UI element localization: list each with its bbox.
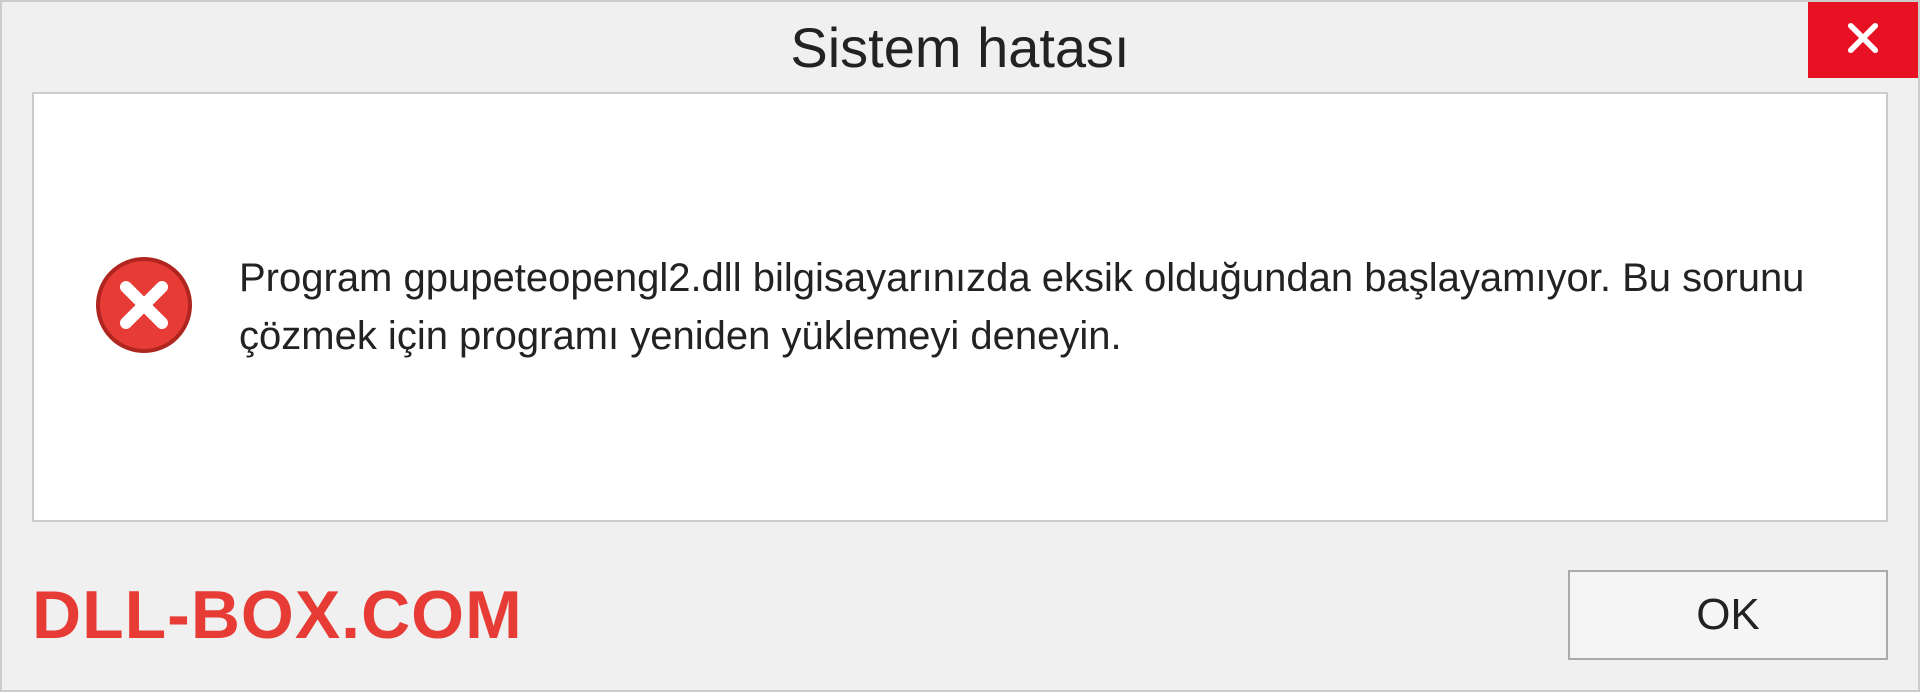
title-bar: Sistem hatası — [2, 2, 1918, 92]
content-panel: Program gpupeteopengl2.dll bilgisayarını… — [32, 92, 1888, 522]
error-icon — [94, 255, 194, 360]
dialog-title: Sistem hatası — [790, 15, 1129, 80]
bottom-bar: DLL-BOX.COM OK — [2, 560, 1918, 670]
error-message: Program gpupeteopengl2.dll bilgisayarını… — [239, 249, 1826, 365]
close-icon — [1842, 17, 1884, 64]
ok-button[interactable]: OK — [1568, 570, 1888, 660]
watermark-text: DLL-BOX.COM — [32, 576, 523, 654]
close-button[interactable] — [1808, 2, 1918, 78]
